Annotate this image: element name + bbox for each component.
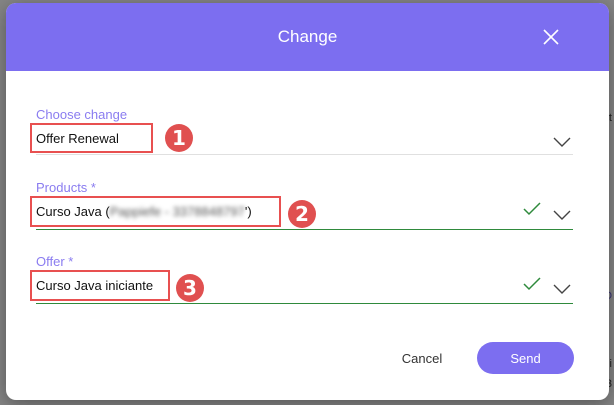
send-button[interactable]: Send: [477, 342, 574, 374]
check-icon: [523, 202, 541, 216]
chevron-down-icon[interactable]: [553, 210, 571, 220]
annotation-number-1: 1: [165, 124, 193, 152]
chevron-down-icon[interactable]: [553, 137, 571, 147]
close-icon: [543, 29, 559, 45]
products-value-suffix: '): [244, 204, 252, 219]
products-value: Curso Java (Pappiefe - 3378848797'): [36, 204, 252, 219]
annotation-number-3: 3: [176, 274, 204, 302]
close-button[interactable]: [541, 27, 561, 47]
products-value-redacted: Pappiefe - 3378848797: [109, 204, 245, 219]
dialog-header: Change: [6, 3, 609, 71]
products-label: Products *: [36, 180, 96, 195]
field-underline: [36, 303, 573, 304]
check-icon: [523, 277, 541, 291]
choose-change-value: Offer Renewal: [36, 131, 119, 146]
offer-value: Curso Java iniciante: [36, 278, 154, 293]
chevron-down-icon[interactable]: [553, 284, 571, 294]
field-underline: [36, 154, 573, 155]
cancel-button[interactable]: Cancel: [392, 348, 452, 368]
change-dialog: Change Choose change Offer Renewal 1 Pro…: [6, 3, 609, 400]
offer-select[interactable]: Offer * Curso Java iniciante 3: [30, 254, 573, 306]
dialog-title: Change: [277, 27, 338, 46]
products-value-prefix: Curso Java (: [36, 204, 110, 219]
annotation-number-2: 2: [288, 200, 316, 228]
field-underline: [36, 229, 573, 230]
choose-change-select[interactable]: Choose change Offer Renewal 1: [30, 107, 573, 157]
products-select[interactable]: Products * Curso Java (Pappiefe - 337884…: [30, 180, 573, 232]
offer-label: Offer *: [36, 254, 74, 269]
choose-change-label: Choose change: [36, 107, 128, 122]
